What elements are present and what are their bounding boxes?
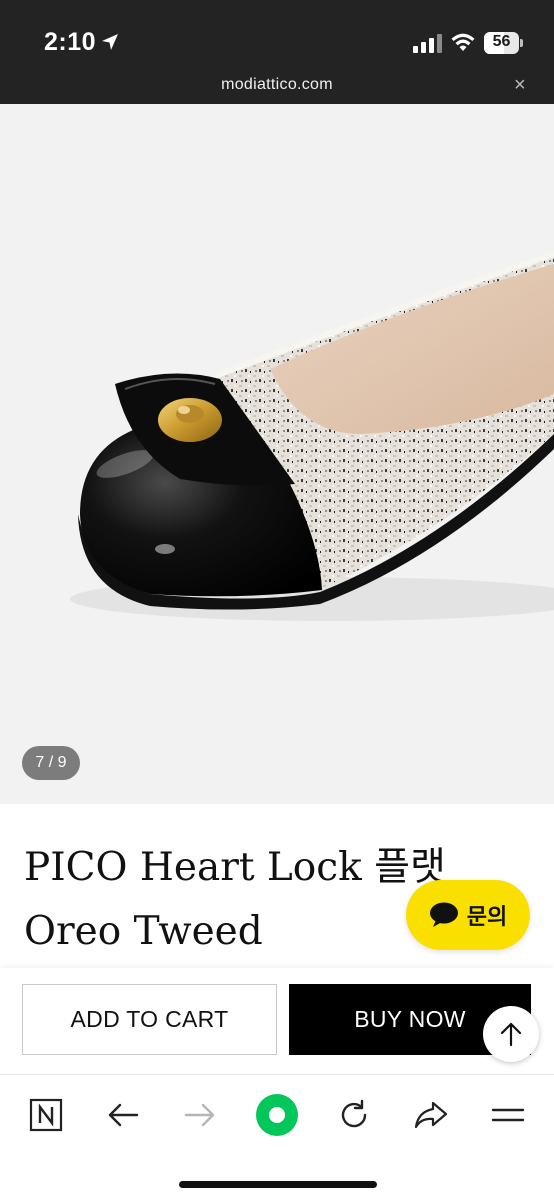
forward-icon[interactable]	[178, 1093, 222, 1137]
chat-bubble-icon	[429, 902, 458, 927]
top-bar: 2:10 56 modiattico.com ×	[0, 0, 554, 104]
green-dot-icon[interactable]	[255, 1093, 299, 1137]
wifi-icon	[451, 33, 475, 51]
inquiry-chat-button[interactable]: 문의	[406, 880, 530, 950]
gallery-counter: 7 / 9	[22, 746, 80, 780]
reload-icon[interactable]	[332, 1093, 376, 1137]
add-to-cart-button[interactable]: ADD TO CART	[22, 984, 277, 1055]
product-image[interactable]	[0, 104, 554, 804]
scroll-to-top-button[interactable]	[483, 1006, 539, 1062]
battery-level: 56	[492, 33, 511, 50]
back-icon[interactable]	[101, 1093, 145, 1137]
inquiry-label: 문의	[466, 904, 508, 929]
cellular-signal-icon	[413, 33, 442, 53]
arrow-up-icon	[500, 1022, 522, 1047]
home-indicator	[179, 1181, 377, 1188]
shoe-photo	[0, 104, 554, 804]
location-arrow-icon	[102, 34, 118, 50]
close-icon[interactable]: ×	[514, 75, 526, 95]
naver-icon[interactable]	[24, 1093, 68, 1137]
browser-toolbar	[0, 1074, 554, 1200]
purchase-action-bar: ADD TO CART BUY NOW	[0, 968, 554, 1074]
share-icon[interactable]	[409, 1093, 453, 1137]
menu-icon[interactable]	[486, 1093, 530, 1137]
address-url[interactable]: modiattico.com	[0, 76, 554, 94]
status-time: 2:10	[44, 28, 97, 56]
battery-indicator: 56	[484, 32, 523, 54]
